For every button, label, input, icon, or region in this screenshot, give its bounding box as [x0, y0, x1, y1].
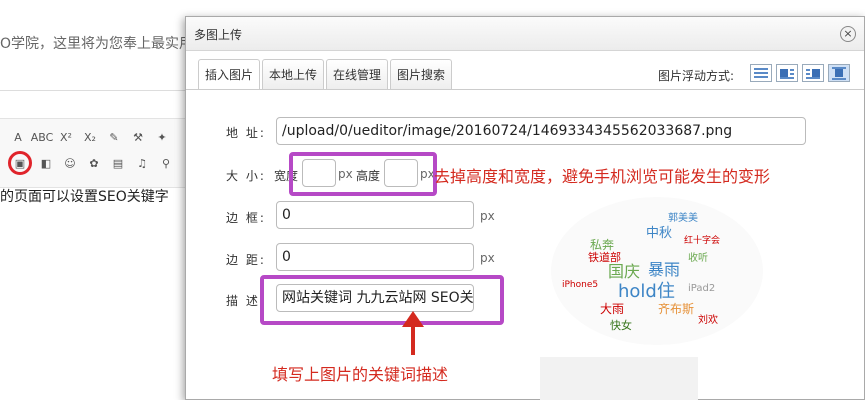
margin-unit: px: [480, 251, 495, 265]
float-mode-options: [750, 64, 850, 82]
eraser-icon[interactable]: ✎: [104, 127, 124, 147]
margin-input[interactable]: 0: [276, 243, 474, 271]
close-icon[interactable]: ×: [840, 26, 856, 42]
emoticon-icon[interactable]: ☺: [60, 153, 80, 173]
border-unit: px: [480, 209, 495, 223]
cloud-word: 郭美美: [668, 211, 698, 224]
cloud-word: iPad2: [688, 283, 715, 294]
cloud-word: iPhone5: [562, 280, 598, 290]
background-intro-text: O学院，这里将为您奉上最实用: [0, 36, 194, 52]
tab-online-manage[interactable]: 在线管理: [326, 59, 389, 89]
tab-local-upload[interactable]: 本地上传: [262, 59, 325, 89]
scrawl-icon[interactable]: ✿: [84, 153, 104, 173]
video-icon[interactable]: ▤: [108, 153, 128, 173]
image-preview: 私奔 中秋 国庆 暴雨 hold住 大雨 齐布斯 收听 iPad2 快女 iPh…: [551, 197, 763, 345]
size-annotation: 去掉高度和宽度，避免手机浏览可能发生的变形: [434, 167, 771, 186]
preview-placeholder: [540, 357, 698, 400]
cloud-word: 国庆: [608, 262, 640, 281]
format-brush-icon[interactable]: ⚒: [128, 127, 148, 147]
float-right-icon[interactable]: [802, 64, 824, 82]
background-divider: [0, 90, 200, 91]
dialog-tabs: 插入图片 本地上传 在线管理 图片搜索: [198, 59, 453, 90]
float-mode-label: 图片浮动方式:: [658, 69, 735, 83]
size-highlight-box: [289, 152, 437, 196]
attachment-icon[interactable]: ⚲: [156, 153, 176, 173]
cloud-word: 暴雨: [648, 260, 680, 279]
cloud-word: 大雨: [600, 302, 624, 316]
size-label: 大 小:: [226, 169, 266, 183]
address-label: 地 址:: [226, 126, 266, 140]
image-icon[interactable]: ◧: [36, 153, 56, 173]
background-seo-text: 的页面可以设置SEO关键字: [0, 189, 169, 205]
cloud-word: 收听: [688, 251, 708, 264]
strikethrough-button[interactable]: ABC: [31, 127, 54, 147]
border-input[interactable]: 0: [276, 201, 474, 229]
subscript-button[interactable]: X₂: [80, 127, 100, 147]
dialog-title: 多图上传: [194, 28, 243, 42]
float-none-icon[interactable]: [750, 64, 772, 82]
margin-label: 边 距:: [226, 253, 266, 267]
image-upload-button[interactable]: ▣: [8, 151, 32, 175]
cloud-word: 私奔: [590, 238, 614, 252]
tab-insert-image[interactable]: 插入图片: [198, 59, 261, 90]
superscript-button[interactable]: X²: [56, 127, 76, 147]
tab-image-search[interactable]: 图片搜索: [390, 59, 453, 89]
toolbar-row-2: ▣ ◧ ☺ ✿ ▤ ♫ ⚲: [8, 151, 176, 175]
cloud-word: 齐布斯: [658, 301, 694, 316]
font-color-button[interactable]: A: [8, 127, 28, 147]
cloud-word: 刘欢: [698, 313, 718, 326]
magic-wand-icon[interactable]: ✦: [152, 127, 172, 147]
arrow-up-icon: [402, 311, 424, 355]
description-highlight-box: [260, 275, 504, 325]
float-center-icon[interactable]: [828, 64, 850, 82]
cloud-word: 中秋: [646, 226, 672, 241]
address-input[interactable]: /upload/0/ueditor/image/20160724/1469334…: [276, 117, 806, 145]
float-left-icon[interactable]: [776, 64, 798, 82]
cloud-word: 快女: [610, 318, 632, 332]
multi-image-upload-dialog: 多图上传 × 插入图片 本地上传 在线管理 图片搜索 图片浮动方式: 地 址: …: [185, 16, 865, 400]
dialog-titlebar: 多图上传 ×: [186, 17, 864, 51]
cloud-word: 红十字会: [684, 234, 720, 246]
editor-toolbar: A ABC X² X₂ ✎ ⚒ ✦ ▣ ◧ ☺ ✿ ▤ ♫ ⚲: [0, 118, 200, 188]
description-annotation: 填写上图片的关键词描述: [272, 365, 449, 384]
tab-divider: [186, 89, 864, 90]
toolbar-row-1: A ABC X² X₂ ✎ ⚒ ✦: [8, 127, 172, 147]
music-icon[interactable]: ♫: [132, 153, 152, 173]
cloud-word: hold住: [618, 281, 675, 302]
border-label: 边 框:: [226, 211, 266, 225]
cloud-word: 铁道部: [588, 250, 621, 264]
